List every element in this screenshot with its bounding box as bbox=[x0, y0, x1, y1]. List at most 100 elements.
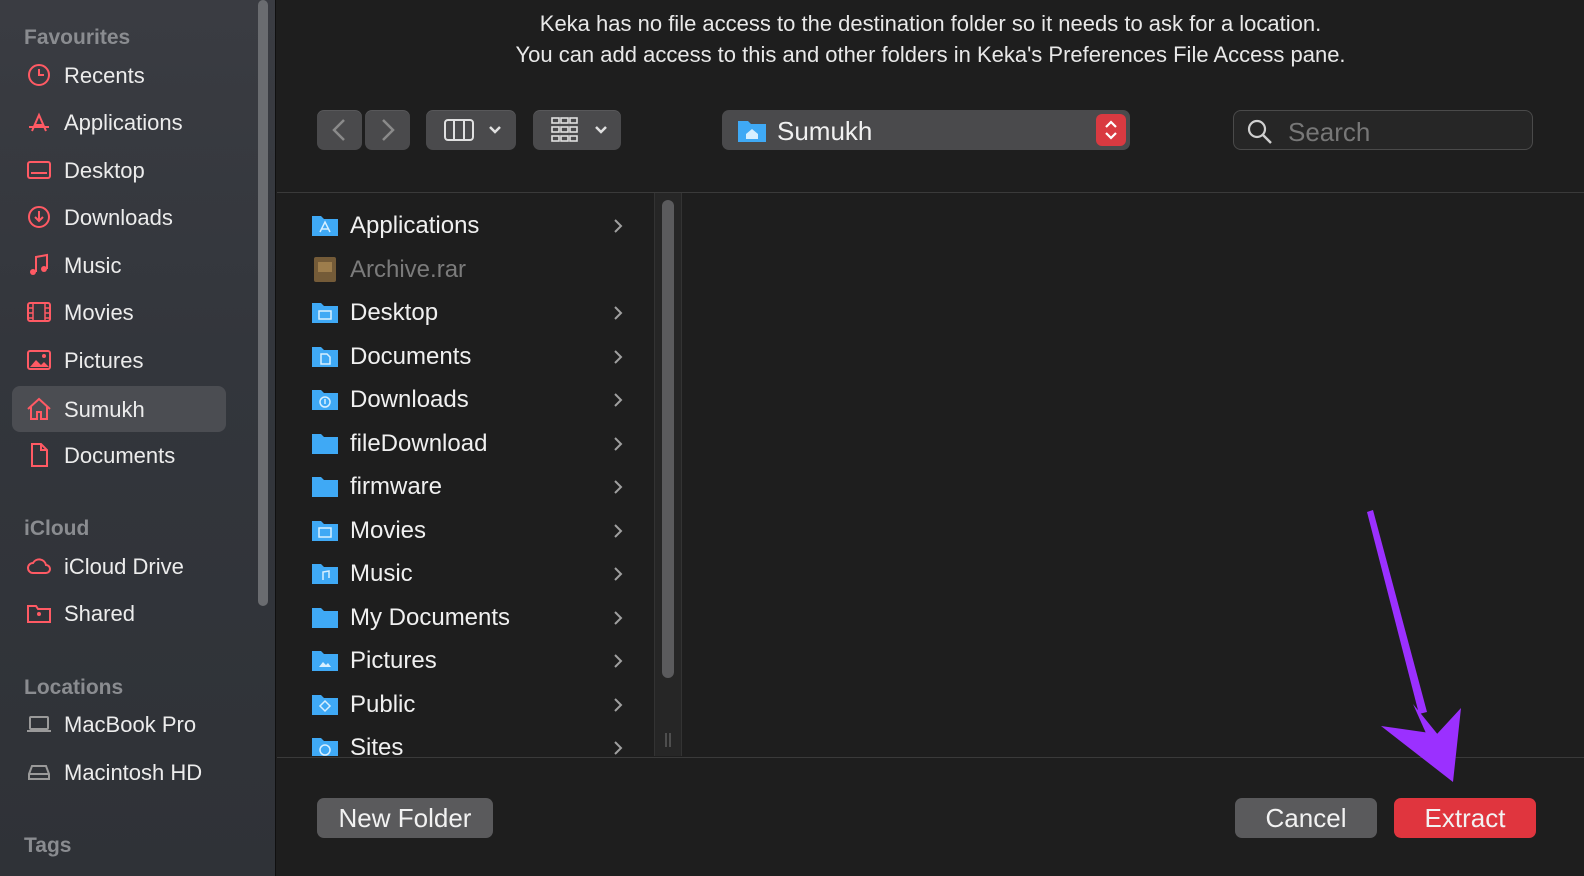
file-row[interactable]: Archive.rar bbox=[277, 249, 654, 292]
location-stepper[interactable] bbox=[1096, 114, 1126, 146]
locations-heading: Locations bbox=[24, 676, 124, 699]
access-message-line2: You can add access to this and other fol… bbox=[515, 42, 1346, 67]
access-message-line1: Keka has no file access to the destinati… bbox=[539, 11, 1322, 36]
file-label: firmware bbox=[350, 473, 443, 500]
pictures-folder-icon bbox=[312, 651, 338, 671]
save-panel: Keka has no file access to the destinati… bbox=[277, 0, 1584, 876]
file-row[interactable]: My Documents bbox=[277, 597, 654, 640]
file-row[interactable]: Documents bbox=[277, 336, 654, 379]
folder-icon bbox=[312, 608, 338, 628]
chevron-right-icon bbox=[614, 654, 623, 668]
music-folder-icon bbox=[312, 564, 338, 584]
file-label: Music bbox=[350, 560, 413, 587]
search-field[interactable]: Search bbox=[1233, 110, 1533, 150]
sidebar-item-label: Movies bbox=[64, 300, 134, 325]
chevron-right-icon bbox=[614, 350, 623, 364]
documents-folder-icon bbox=[312, 347, 338, 367]
file-label: Applications bbox=[350, 212, 480, 239]
new-folder-button[interactable]: New Folder bbox=[317, 798, 493, 838]
sidebar-item-sumukh[interactable]: Sumukh bbox=[12, 386, 226, 432]
file-row[interactable]: Sites bbox=[277, 727, 654, 756]
icloud-heading: iCloud bbox=[24, 517, 90, 540]
file-row[interactable]: fileDownload bbox=[277, 423, 654, 466]
cloud-icon bbox=[27, 558, 51, 574]
chevron-right-icon bbox=[614, 611, 623, 625]
sidebar-item-macintosh-hd[interactable]: Macintosh HD bbox=[12, 749, 226, 795]
chevron-left-icon bbox=[332, 119, 345, 141]
chevron-right-icon bbox=[614, 393, 623, 407]
group-by-button[interactable] bbox=[533, 110, 621, 150]
file-column: Applications Archive.rar Desktop Documen… bbox=[277, 193, 654, 756]
desktop-folder-icon bbox=[312, 303, 338, 323]
column-scrollbar[interactable] bbox=[662, 200, 674, 678]
file-row[interactable]: Downloads bbox=[277, 379, 654, 422]
hard-drive-icon bbox=[28, 765, 50, 780]
public-folder-icon bbox=[312, 695, 338, 715]
sidebar-item-documents[interactable]: Documents bbox=[12, 432, 226, 478]
chevron-right-icon bbox=[614, 219, 623, 233]
sidebar-item-label: Desktop bbox=[64, 158, 145, 183]
shared-folder-icon bbox=[27, 605, 51, 623]
sidebar-item-movies[interactable]: Movies bbox=[12, 289, 226, 335]
favourites-heading: Favourites bbox=[24, 26, 131, 49]
sidebar-item-music[interactable]: Music bbox=[12, 242, 226, 288]
location-popup[interactable]: Sumukh bbox=[722, 110, 1130, 150]
view-mode-button[interactable] bbox=[426, 110, 516, 150]
search-icon bbox=[1247, 119, 1272, 144]
file-row[interactable]: Movies bbox=[277, 510, 654, 553]
file-row[interactable]: Desktop bbox=[277, 292, 654, 335]
sidebar: Favourites Recents Applications Desktop … bbox=[0, 0, 276, 876]
home-folder-icon bbox=[738, 121, 766, 142]
chevron-right-icon bbox=[614, 480, 623, 494]
file-label: Movies bbox=[350, 517, 427, 544]
applications-icon bbox=[29, 112, 49, 132]
file-label: fileDownload bbox=[350, 430, 488, 457]
sidebar-item-label: Music bbox=[64, 253, 122, 278]
chevron-right-icon bbox=[614, 741, 623, 755]
sidebar-item-desktop[interactable]: Desktop bbox=[12, 147, 226, 193]
chevron-right-icon bbox=[614, 524, 623, 538]
column-resize-handle[interactable] bbox=[662, 732, 674, 748]
home-icon bbox=[27, 397, 51, 420]
forward-button[interactable] bbox=[365, 110, 410, 150]
sidebar-item-downloads[interactable]: Downloads bbox=[12, 194, 226, 240]
back-button[interactable] bbox=[317, 110, 362, 150]
film-icon bbox=[27, 302, 51, 322]
extract-button[interactable]: Extract bbox=[1394, 798, 1536, 838]
file-row[interactable]: Applications bbox=[277, 205, 654, 248]
file-label: My Documents bbox=[350, 604, 511, 631]
sidebar-item-applications[interactable]: Applications bbox=[12, 99, 226, 145]
annotation-arrow-icon bbox=[1367, 510, 1461, 782]
file-label: Public bbox=[350, 691, 416, 718]
chevron-right-icon bbox=[614, 567, 623, 581]
file-label: Sites bbox=[350, 734, 404, 756]
chevron-right-icon bbox=[382, 119, 395, 141]
applications-folder-icon bbox=[312, 216, 338, 236]
sidebar-scrollbar[interactable] bbox=[258, 0, 268, 606]
sidebar-item-macbook-pro[interactable]: MacBook Pro bbox=[12, 701, 226, 747]
chevron-right-icon bbox=[614, 437, 623, 451]
tags-heading: Tags bbox=[24, 834, 72, 857]
folder-icon bbox=[312, 434, 338, 454]
clock-icon bbox=[28, 64, 50, 86]
file-row[interactable]: Public bbox=[277, 684, 654, 727]
file-row[interactable]: Music bbox=[277, 553, 654, 596]
music-note-icon bbox=[30, 253, 48, 275]
file-label: Documents bbox=[350, 343, 472, 370]
file-row[interactable]: firmware bbox=[277, 466, 654, 509]
file-label: Archive.rar bbox=[350, 256, 467, 283]
file-row[interactable]: Pictures bbox=[277, 640, 654, 683]
sidebar-item-label: Applications bbox=[64, 110, 183, 135]
sidebar-item-pictures[interactable]: Pictures bbox=[12, 337, 226, 383]
search-placeholder: Search bbox=[1288, 117, 1371, 147]
file-label: Desktop bbox=[350, 299, 439, 326]
sidebar-item-icloud-drive[interactable]: iCloud Drive bbox=[12, 543, 226, 589]
desktop-icon bbox=[27, 161, 51, 179]
sidebar-item-recents[interactable]: Recents bbox=[12, 52, 226, 98]
sidebar-item-label: Pictures bbox=[64, 348, 144, 373]
folder-icon bbox=[312, 477, 338, 497]
movies-folder-icon bbox=[312, 521, 338, 541]
cancel-button[interactable]: Cancel bbox=[1235, 798, 1377, 838]
sidebar-item-label: Macintosh HD bbox=[64, 760, 203, 785]
sidebar-item-shared[interactable]: Shared bbox=[12, 590, 226, 636]
